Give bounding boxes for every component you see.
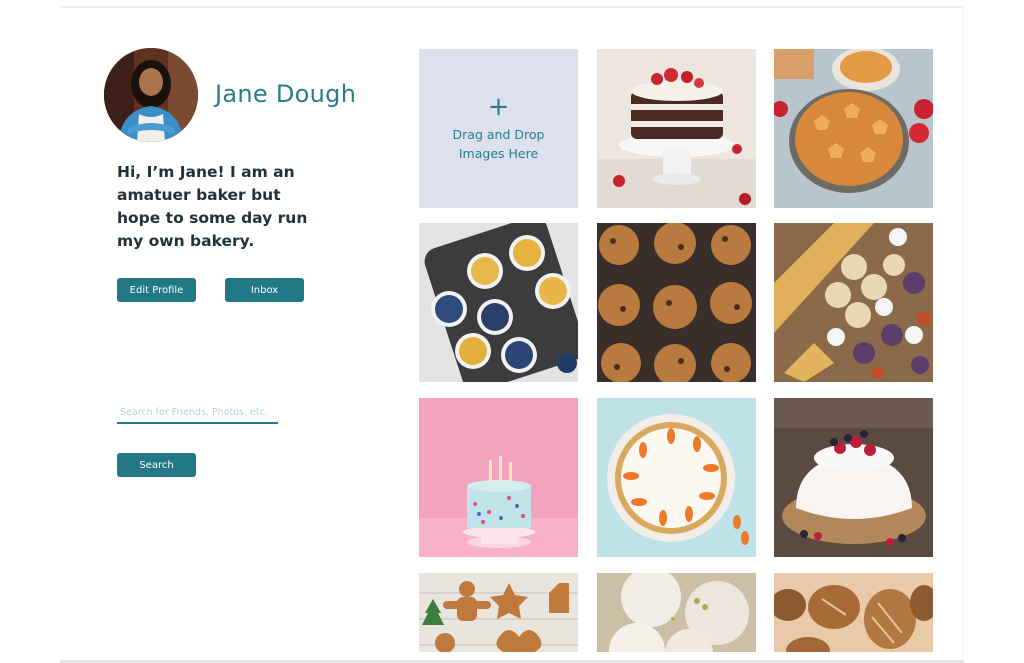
search-button[interactable]: Search xyxy=(117,453,196,477)
gallery-photo-blueberry-muffins[interactable] xyxy=(419,223,578,382)
gallery-photo-bread-loaves[interactable] xyxy=(774,573,933,652)
profile-avatar[interactable] xyxy=(104,48,198,142)
plus-icon: + xyxy=(487,91,510,122)
frame-divider xyxy=(963,6,964,658)
gallery-photo-layer-cake[interactable] xyxy=(597,49,756,208)
gallery-photo-berry-cake[interactable] xyxy=(774,398,933,557)
dropzone-label-line1: Drag and Drop xyxy=(452,126,545,142)
gallery-photo-birthday-cake[interactable] xyxy=(419,398,578,557)
gallery-photo-carrot-cake[interactable] xyxy=(597,398,756,557)
gallery-photo-cookies[interactable] xyxy=(597,223,756,382)
inbox-button[interactable]: Inbox xyxy=(225,278,304,302)
search-input[interactable] xyxy=(117,402,278,424)
profile-name: Jane Dough xyxy=(215,80,357,108)
profile-bio: Hi, I’m Jane! I am an amatuer baker but … xyxy=(117,163,308,250)
gallery-photo-pie[interactable] xyxy=(774,49,933,208)
gallery-photo-snowball-cookies[interactable] xyxy=(597,573,756,652)
image-dropzone[interactable]: + Drag and Drop Images Here xyxy=(419,49,578,208)
dropzone-label-line2: Images Here xyxy=(458,145,539,161)
gallery-photo-gingerbread-cookies[interactable] xyxy=(419,573,578,652)
gallery-photo-pastry-platter[interactable] xyxy=(774,223,933,382)
edit-profile-button[interactable]: Edit Profile xyxy=(117,278,196,302)
